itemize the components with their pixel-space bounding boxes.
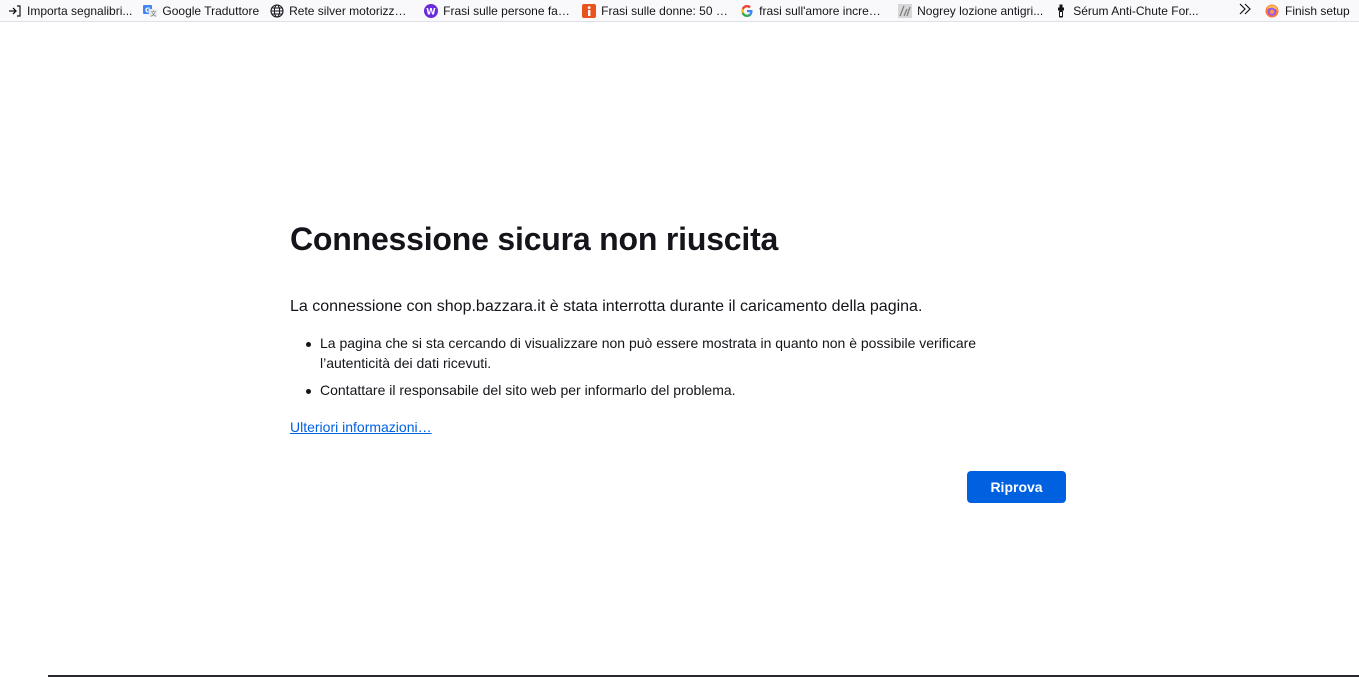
globe-icon bbox=[270, 3, 284, 18]
bookmark-label: frasi sull'amore incredi... bbox=[759, 3, 888, 18]
error-title: Connessione sicura non riuscita bbox=[290, 221, 779, 257]
serum-icon bbox=[1054, 4, 1068, 18]
list-item: La pagina che si sta cercando di visuali… bbox=[306, 334, 1020, 373]
error-details-list: La pagina che si sta cercando di visuali… bbox=[290, 334, 1066, 401]
bookmark-serum[interactable]: Sérum Anti-Chute For... bbox=[1054, 2, 1199, 20]
nogrey-icon bbox=[898, 3, 913, 18]
google-translate-icon: G文 bbox=[143, 4, 158, 18]
bookmark-google-translate[interactable]: G文 Google Traduttore bbox=[143, 2, 259, 20]
bookmark-frasi-donne[interactable]: Frasi sulle donne: 50 ci... bbox=[582, 2, 729, 20]
retry-button[interactable]: Riprova bbox=[967, 470, 1066, 503]
bookmark-label: Nogrey lozione antigri... bbox=[917, 3, 1044, 18]
svg-text:W: W bbox=[426, 7, 436, 17]
bookmark-label: Frasi sulle persone fals... bbox=[443, 3, 572, 18]
bookmark-label: Frasi sulle donne: 50 ci... bbox=[601, 3, 730, 18]
bookmarks-overflow-button[interactable] bbox=[1236, 2, 1254, 20]
info-orange-icon bbox=[582, 3, 597, 18]
bookmark-label: Importa segnalibri... bbox=[27, 3, 133, 18]
bookmark-nogrey[interactable]: Nogrey lozione antigri... bbox=[898, 2, 1043, 20]
bookmark-frasi-persone[interactable]: W Frasi sulle persone fals... bbox=[424, 2, 571, 20]
finish-setup-label: Finish setup bbox=[1285, 4, 1350, 18]
list-item: Contattare il responsabile del sito web … bbox=[306, 381, 1020, 401]
finish-setup-bookmark[interactable]: Finish setup bbox=[1265, 2, 1350, 20]
bookmarks-toolbar: Importa segnalibri... G文 Google Tradutto… bbox=[0, 0, 1359, 22]
bookmark-import[interactable]: Importa segnalibri... bbox=[8, 2, 132, 20]
import-icon bbox=[8, 4, 22, 18]
firefox-icon bbox=[1265, 4, 1279, 18]
bookmark-label: Rete silver motorizzat... bbox=[289, 3, 414, 18]
error-page: Connessione sicura non riuscita La conne… bbox=[290, 218, 1066, 505]
svg-text:文: 文 bbox=[151, 10, 157, 18]
w-badge-icon: W bbox=[424, 3, 439, 18]
bookmark-label: Sérum Anti-Chute For... bbox=[1073, 3, 1199, 18]
button-row: Riprova bbox=[290, 470, 1066, 505]
bookmark-label: Google Traduttore bbox=[162, 3, 260, 18]
error-intro: La connessione con shop.bazzara.it è sta… bbox=[290, 298, 923, 315]
bookmark-rete-silver[interactable]: Rete silver motorizzat... bbox=[270, 2, 413, 20]
google-g-icon bbox=[740, 4, 754, 18]
learn-more-link[interactable]: Ulteriori informazioni… bbox=[290, 417, 432, 437]
bookmark-frasi-amore[interactable]: frasi sull'amore incredi... bbox=[740, 2, 887, 20]
chevron-double-right-icon bbox=[1238, 2, 1252, 21]
